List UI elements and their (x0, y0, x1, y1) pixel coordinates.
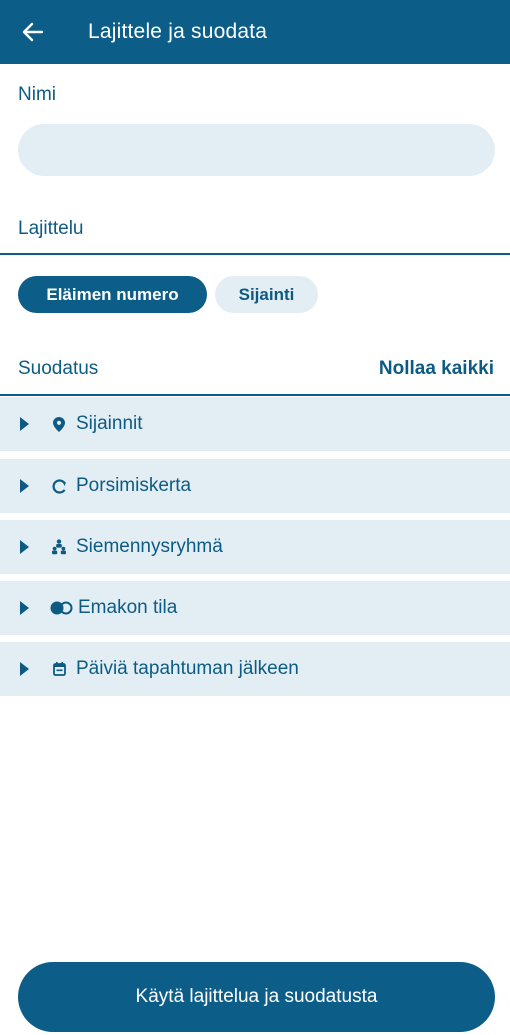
filter-item-days-after-event[interactable]: Päiviä tapahtuman jälkeen (0, 642, 510, 696)
sort-chip-label: Eläimen numero (46, 284, 179, 304)
group-icon (50, 538, 68, 556)
filter-item-farrowing-count[interactable]: Porsimiskerta (0, 459, 510, 513)
filter-item-label: Päiviä tapahtuman jälkeen (76, 658, 299, 679)
caret-right-icon (20, 479, 30, 493)
arrow-left-icon (22, 22, 44, 42)
app-bar: Lajittele ja suodata (0, 0, 510, 64)
sort-chip-animal-number[interactable]: Eläimen numero (18, 276, 207, 313)
filter-item-label: Porsimiskerta (76, 475, 192, 496)
sort-chip-location[interactable]: Sijainti (215, 276, 318, 313)
caret-right-icon (20, 601, 30, 615)
cycle-icon (50, 477, 68, 495)
filter-divider (0, 394, 510, 396)
filter-item-label: Sijainnit (76, 413, 143, 434)
filter-item-locations[interactable]: Sijainnit (0, 397, 510, 451)
location-pin-icon (50, 415, 68, 433)
sorting-label: Lajittelu (18, 218, 84, 239)
filter-item-label: Siemennysryhmä (76, 536, 223, 557)
filter-label: Suodatus (18, 358, 99, 379)
calendar-icon (50, 660, 68, 678)
filter-item-insemination-group[interactable]: Siemennysryhmä (0, 520, 510, 574)
sort-chip-label: Sijainti (238, 284, 295, 304)
apply-sort-filter-button[interactable]: Käytä lajittelua ja suodatusta (18, 962, 495, 1032)
filter-item-sow-status[interactable]: Emakon tila (0, 581, 510, 635)
caret-right-icon (20, 417, 30, 431)
page-title: Lajittele ja suodata (88, 20, 268, 43)
filter-item-label: Emakon tila (78, 597, 178, 618)
apply-button-label: Käytä lajittelua ja suodatusta (135, 986, 378, 1007)
toggle-icon (50, 599, 74, 617)
name-field-label: Nimi (18, 84, 56, 105)
caret-right-icon (20, 662, 30, 676)
caret-right-icon (20, 540, 30, 554)
back-button[interactable] (20, 19, 46, 45)
reset-all-button[interactable]: Nollaa kaikki (379, 358, 494, 380)
name-input[interactable] (18, 124, 495, 176)
sorting-divider (0, 253, 510, 255)
